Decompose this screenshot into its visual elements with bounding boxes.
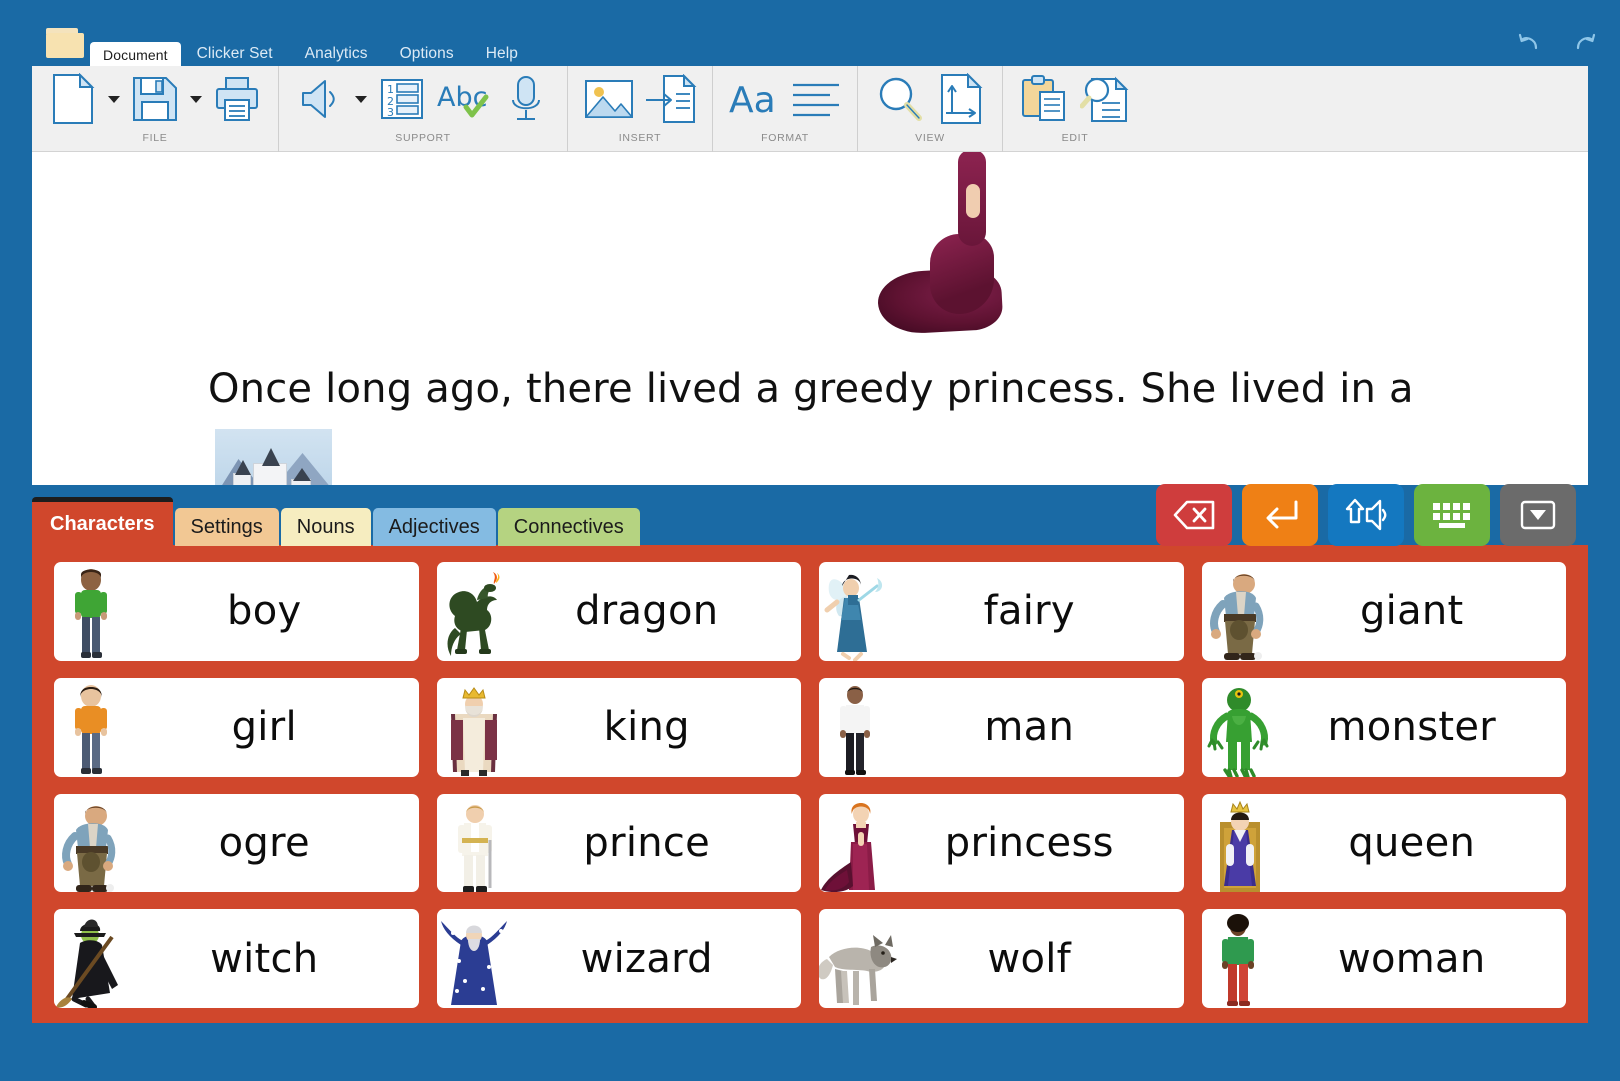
witch-thumbnail <box>60 913 122 1004</box>
word-cell-monster[interactable]: monster <box>1202 678 1567 777</box>
font-button[interactable]: Aa <box>723 70 785 128</box>
word-cell-dragon[interactable]: dragon <box>437 562 802 661</box>
ribbon-group-label-support: SUPPORT <box>283 132 563 152</box>
word-cell-wolf[interactable]: wolf <box>819 909 1184 1008</box>
backspace-button[interactable] <box>1156 484 1232 546</box>
wolf-thumbnail <box>825 913 887 1004</box>
menu-item-document[interactable]: Document <box>90 42 181 69</box>
prince-thumbnail <box>443 798 505 889</box>
tab-characters[interactable]: Characters <box>32 497 173 546</box>
keyboard-icon <box>1430 500 1474 530</box>
svg-text:Aa: Aa <box>729 80 776 121</box>
woman-thumbnail <box>1208 913 1270 1004</box>
enter-return-icon <box>1260 498 1300 532</box>
queen-thumbnail <box>1208 798 1270 889</box>
fairy-thumbnail <box>825 566 887 657</box>
insert-picture-button[interactable] <box>578 70 640 128</box>
ogre-thumbnail <box>60 798 122 889</box>
princess-inline-image[interactable] <box>874 152 1004 342</box>
menu-item-help[interactable]: Help <box>470 41 534 68</box>
save-button[interactable] <box>124 70 186 128</box>
find-replace-button[interactable] <box>1075 70 1137 128</box>
enter-button[interactable] <box>1242 484 1318 546</box>
giant-thumbnail <box>1208 566 1270 657</box>
word-bank-tabs: Characters Settings Nouns Adjectives Con… <box>32 476 642 546</box>
word-cell-girl[interactable]: girl <box>54 678 419 777</box>
word-cell-fairy[interactable]: fairy <box>819 562 1184 661</box>
speak-up-button[interactable] <box>1328 484 1404 546</box>
ribbon-group-label-view: VIEW <box>862 132 998 152</box>
keyboard-button[interactable] <box>1414 484 1490 546</box>
clicker-application-window: Document Clicker Set Analytics Options H… <box>0 0 1620 1081</box>
girl-thumbnail <box>60 682 122 773</box>
word-cell-wizard[interactable]: wizard <box>437 909 802 1008</box>
word-cell-boy[interactable]: boy <box>54 562 419 661</box>
paste-button[interactable] <box>1013 70 1075 128</box>
ribbon-group-label-insert: INSERT <box>572 132 708 152</box>
menu-item-clicker-set[interactable]: Clicker Set <box>181 41 289 68</box>
tab-connectives[interactable]: Connectives <box>498 508 640 546</box>
insert-into-document-button[interactable] <box>640 70 702 128</box>
window-buttons <box>1516 26 1598 56</box>
word-cell-queen[interactable]: queen <box>1202 794 1567 893</box>
word-bank-grid: boy dragon <box>54 562 1566 1008</box>
word-bank-action-buttons <box>1156 484 1576 546</box>
princess-thumbnail <box>825 798 887 889</box>
word-cell-witch[interactable]: witch <box>54 909 419 1008</box>
ribbon-group-edit: EDIT <box>1003 66 1147 152</box>
speak-dropdown[interactable] <box>351 70 371 128</box>
ribbon-group-view: VIEW <box>858 66 1003 152</box>
new-document-dropdown[interactable] <box>104 70 124 128</box>
monster-thumbnail <box>1208 682 1270 773</box>
svg-text:3: 3 <box>387 106 394 119</box>
undo-button[interactable] <box>1516 26 1546 56</box>
document-canvas[interactable]: Once long ago, there lived a greedy prin… <box>32 152 1588 485</box>
print-button[interactable] <box>206 70 268 128</box>
voice-record-button[interactable] <box>495 70 557 128</box>
word-cell-prince[interactable]: prince <box>437 794 802 893</box>
word-cell-king[interactable]: king <box>437 678 802 777</box>
ribbon-toolbar: FILE 1 2 3 <box>32 66 1588 152</box>
chevron-down-box-icon <box>1519 499 1557 531</box>
redo-button[interactable] <box>1568 26 1598 56</box>
spell-check-button[interactable]: Abc <box>433 70 495 128</box>
tab-adjectives[interactable]: Adjectives <box>373 508 496 546</box>
word-cell-princess[interactable]: princess <box>819 794 1184 893</box>
menu-bar: Document Clicker Set Analytics Options H… <box>90 43 534 68</box>
ribbon-group-label-edit: EDIT <box>1007 132 1143 152</box>
ribbon-group-support: 1 2 3 Abc <box>279 66 568 152</box>
paragraph-align-button[interactable] <box>785 70 847 128</box>
ribbon-group-format: Aa FORMAT <box>713 66 858 152</box>
boy-thumbnail <box>60 566 122 657</box>
word-cell-ogre[interactable]: ogre <box>54 794 419 893</box>
backspace-icon <box>1172 499 1216 531</box>
dragon-thumbnail <box>443 566 505 657</box>
tab-nouns[interactable]: Nouns <box>281 508 371 546</box>
ribbon-group-file: FILE <box>32 66 279 152</box>
collapse-button[interactable] <box>1500 484 1576 546</box>
page-layout-button[interactable] <box>930 70 992 128</box>
speaker-up-icon <box>1343 498 1389 532</box>
word-bank-button[interactable]: 1 2 3 <box>371 70 433 128</box>
ribbon-group-insert: INSERT <box>568 66 713 152</box>
word-cell-giant[interactable]: giant <box>1202 562 1567 661</box>
king-thumbnail <box>443 682 505 773</box>
zoom-button[interactable] <box>868 70 930 128</box>
title-bar: Document Clicker Set Analytics Options H… <box>0 0 1620 68</box>
menu-item-analytics[interactable]: Analytics <box>289 41 384 68</box>
speak-button[interactable] <box>289 70 351 128</box>
word-cell-woman[interactable]: woman <box>1202 909 1567 1008</box>
tab-settings[interactable]: Settings <box>175 508 279 546</box>
word-cell-man[interactable]: man <box>819 678 1184 777</box>
document-text-line-1: Once long ago, there lived a greedy prin… <box>208 366 1414 412</box>
new-document-button[interactable] <box>42 70 104 128</box>
ribbon-group-label-format: FORMAT <box>717 132 853 152</box>
ribbon-group-label-file: FILE <box>36 132 274 152</box>
save-dropdown[interactable] <box>186 70 206 128</box>
folder-icon[interactable] <box>46 28 84 58</box>
wizard-thumbnail <box>443 913 505 1004</box>
menu-item-options[interactable]: Options <box>384 41 470 68</box>
man-thumbnail <box>825 682 887 773</box>
